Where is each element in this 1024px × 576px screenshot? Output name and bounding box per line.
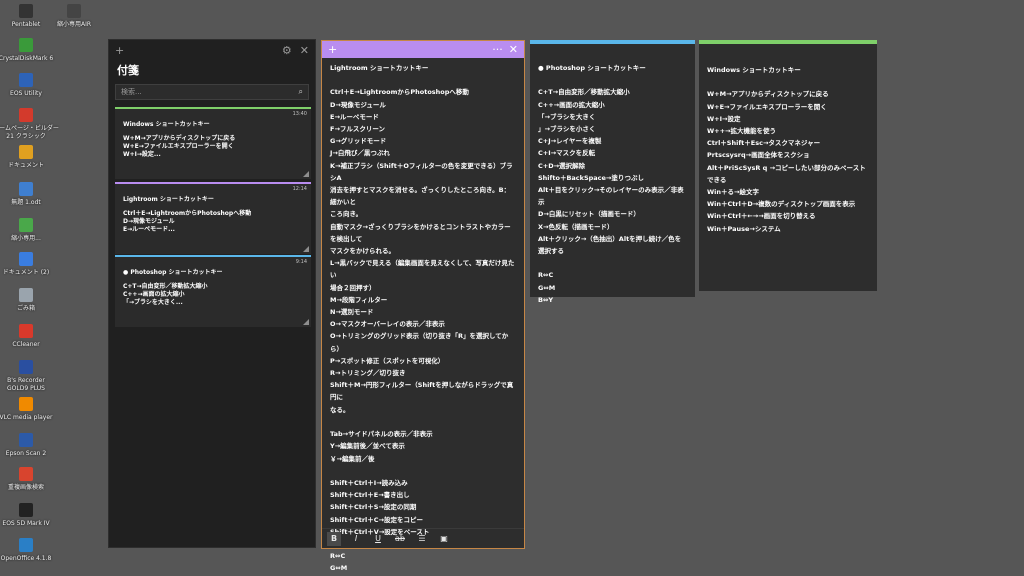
homepage-builder-icon (19, 108, 33, 122)
desktop-shortcut[interactable]: Epson Scan 2 (0, 433, 58, 458)
desktop-shortcut[interactable]: ホームページ・ビルダー 21 クラシック (0, 108, 59, 141)
desktop-shortcut[interactable]: OpenOffice 4.1.8 (0, 538, 58, 563)
desktop-shortcut-label: 縮小専用AIR (56, 21, 92, 28)
card-fold-corner (303, 246, 309, 252)
note-card-windows[interactable]: 13:40 Windows ショートカットキー W+M→アプリからディスクトップ… (115, 107, 311, 179)
desktop-shortcut-label: ごみ箱 (16, 305, 35, 312)
desktop-shortcut[interactable]: 重複画像検索 (0, 467, 58, 492)
card-title: ● Photoshop ショートカットキー (123, 269, 223, 276)
card-time: 9:14 (295, 259, 307, 265)
camera-icon (19, 503, 33, 517)
desktop-shortcut[interactable]: VLC media player (0, 397, 58, 422)
note-card-photoshop[interactable]: 9:14 ● Photoshop ショートカットキー C+T→自由変形／移動拡大… (115, 255, 311, 327)
shrink-app-icon (67, 4, 81, 18)
close-icon[interactable]: ✕ (300, 44, 309, 57)
bullet-list-button[interactable]: ☰ (415, 532, 429, 546)
note-card-lightroom[interactable]: 12:14 Lightroom ショートカットキー Ctrl＋E→Lightro… (115, 182, 311, 254)
desktop-shortcut[interactable]: 無題 1.odt (0, 182, 58, 207)
desktop-shortcut-label: 重複画像検索 (7, 484, 44, 491)
card-time: 13:40 (292, 111, 307, 117)
card-title: Windows ショートカットキー (123, 121, 210, 128)
duplicate-image-icon (19, 467, 33, 481)
documents-icon (19, 145, 33, 159)
desktop-shortcut[interactable]: 縮小専用... (0, 218, 58, 243)
documents-2-icon (19, 252, 33, 266)
menu-icon[interactable]: ··· (492, 43, 503, 56)
ccleaner-icon (19, 324, 33, 338)
desktop-shortcut-label: 無題 1.odt (11, 199, 41, 206)
search-input[interactable]: 検索... ⌕ (115, 84, 309, 100)
panel-title: 付箋 (117, 64, 139, 77)
desktop-shortcut[interactable]: ドキュメント (0, 145, 58, 170)
desktop-shortcut[interactable]: B's Recorder GOLD9 PLUS (0, 360, 58, 393)
bold-button[interactable]: B (327, 531, 341, 546)
card-title: Lightroom ショートカットキー (123, 196, 214, 203)
underline-button[interactable]: U (371, 532, 385, 546)
search-placeholder: 検索... (121, 88, 142, 96)
desktop-shortcut-label: ホームページ・ビルダー 21 クラシック (0, 125, 59, 140)
card-time: 12:14 (292, 186, 307, 192)
card-fold-corner (303, 319, 309, 325)
card-preview: W+M→アプリからディスクトップに戻る W+E→ファイルエキスプローラーを開く … (123, 135, 236, 158)
card-preview: C+T→自由変形／移動拡大縮小 C++→画面の拡大縮小 「→ブラシを大きく... (123, 283, 208, 306)
desktop-shortcut[interactable]: 縮小専用AIR (42, 4, 106, 29)
desktop-shortcut[interactable]: CrystalDiskMark 6 (0, 38, 58, 63)
desktop-shortcut-label: Epson Scan 2 (5, 450, 47, 457)
note-text-area[interactable]: ● Photoshop ショートカットキー C+T→自由変形／移動拡大縮小 C+… (530, 44, 695, 306)
strikethrough-button[interactable]: ab (393, 532, 407, 546)
vlc-icon (19, 397, 33, 411)
format-toolbar: B I U ab ☰ ▣ (322, 528, 524, 548)
note-text-area[interactable]: Windows ショートカットキー W+M→アプリからディスクトップに戻る W+… (699, 44, 877, 235)
sticky-notes-panel: + ⚙ ✕ 付箋 検索... ⌕ 13:40 Windows ショートカットキー… (108, 39, 316, 548)
add-note-icon[interactable]: + (328, 43, 337, 56)
openoffice-icon (19, 538, 33, 552)
desktop-shortcut[interactable]: ごみ箱 (0, 288, 58, 313)
close-icon[interactable]: ✕ (509, 43, 518, 56)
shrink-shortcut-icon (19, 218, 33, 232)
epson-scan-icon (19, 433, 33, 447)
card-fold-corner (303, 171, 309, 177)
desktop-shortcut-label: EOS 5D Mark IV (2, 520, 50, 527)
eos-utility-icon (19, 73, 33, 87)
image-button[interactable]: ▣ (437, 532, 451, 546)
note-window-windows: Windows ショートカットキー W+M→アプリからディスクトップに戻る W+… (699, 40, 877, 291)
desktop-shortcut-label: CrystalDiskMark 6 (0, 55, 54, 62)
note-window-lightroom: + ··· ✕ Lightroom ショートカットキー Ctrl＋E→Light… (321, 40, 525, 572)
desktop-shortcut-label: OpenOffice 4.1.8 (0, 555, 52, 562)
note-header: + ··· ✕ (322, 41, 524, 58)
note-window-photoshop: ● Photoshop ショートカットキー C+T→自由変形／移動拡大縮小 C+… (530, 40, 695, 304)
desktop-shortcut-label: EOS Utility (10, 90, 42, 97)
bs-recorder-icon (19, 360, 33, 374)
recycle-bin-icon (19, 288, 33, 302)
note-text-area[interactable]: Lightroom ショートカットキー Ctrl＋E→LightroomからPh… (322, 58, 524, 576)
desktop-shortcut-label: VLC media player (0, 414, 53, 421)
desktop-shortcut[interactable]: CCleaner (0, 324, 58, 349)
pentablet-icon (19, 4, 33, 18)
desktop-shortcut-label: ドキュメント (2) (2, 269, 50, 276)
desktop-shortcut[interactable]: EOS 5D Mark IV (0, 503, 58, 528)
crystaldiskmark-icon (19, 38, 33, 52)
desktop-shortcut-label: CCleaner (12, 341, 40, 348)
italic-button[interactable]: I (349, 532, 363, 546)
odt-file-icon (19, 182, 33, 196)
card-preview: Ctrl＋E→LightroomからPhotoshopへ移動 D→現像モジュール… (123, 210, 252, 233)
panel-topbar: + ⚙ ✕ (109, 40, 315, 60)
desktop-shortcut-label: ドキュメント (7, 162, 44, 169)
add-note-button[interactable]: + (115, 44, 124, 57)
settings-icon[interactable]: ⚙ (282, 44, 292, 57)
desktop-shortcut-label: B's Recorder GOLD9 PLUS (7, 377, 45, 392)
desktop-shortcut-label: 縮小専用... (11, 235, 41, 242)
search-icon[interactable]: ⌕ (299, 87, 303, 97)
desktop-shortcut[interactable]: ドキュメント (2) (0, 252, 58, 277)
desktop-shortcut[interactable]: EOS Utility (0, 73, 58, 98)
desktop-shortcut-label: Pentablet (11, 21, 41, 28)
